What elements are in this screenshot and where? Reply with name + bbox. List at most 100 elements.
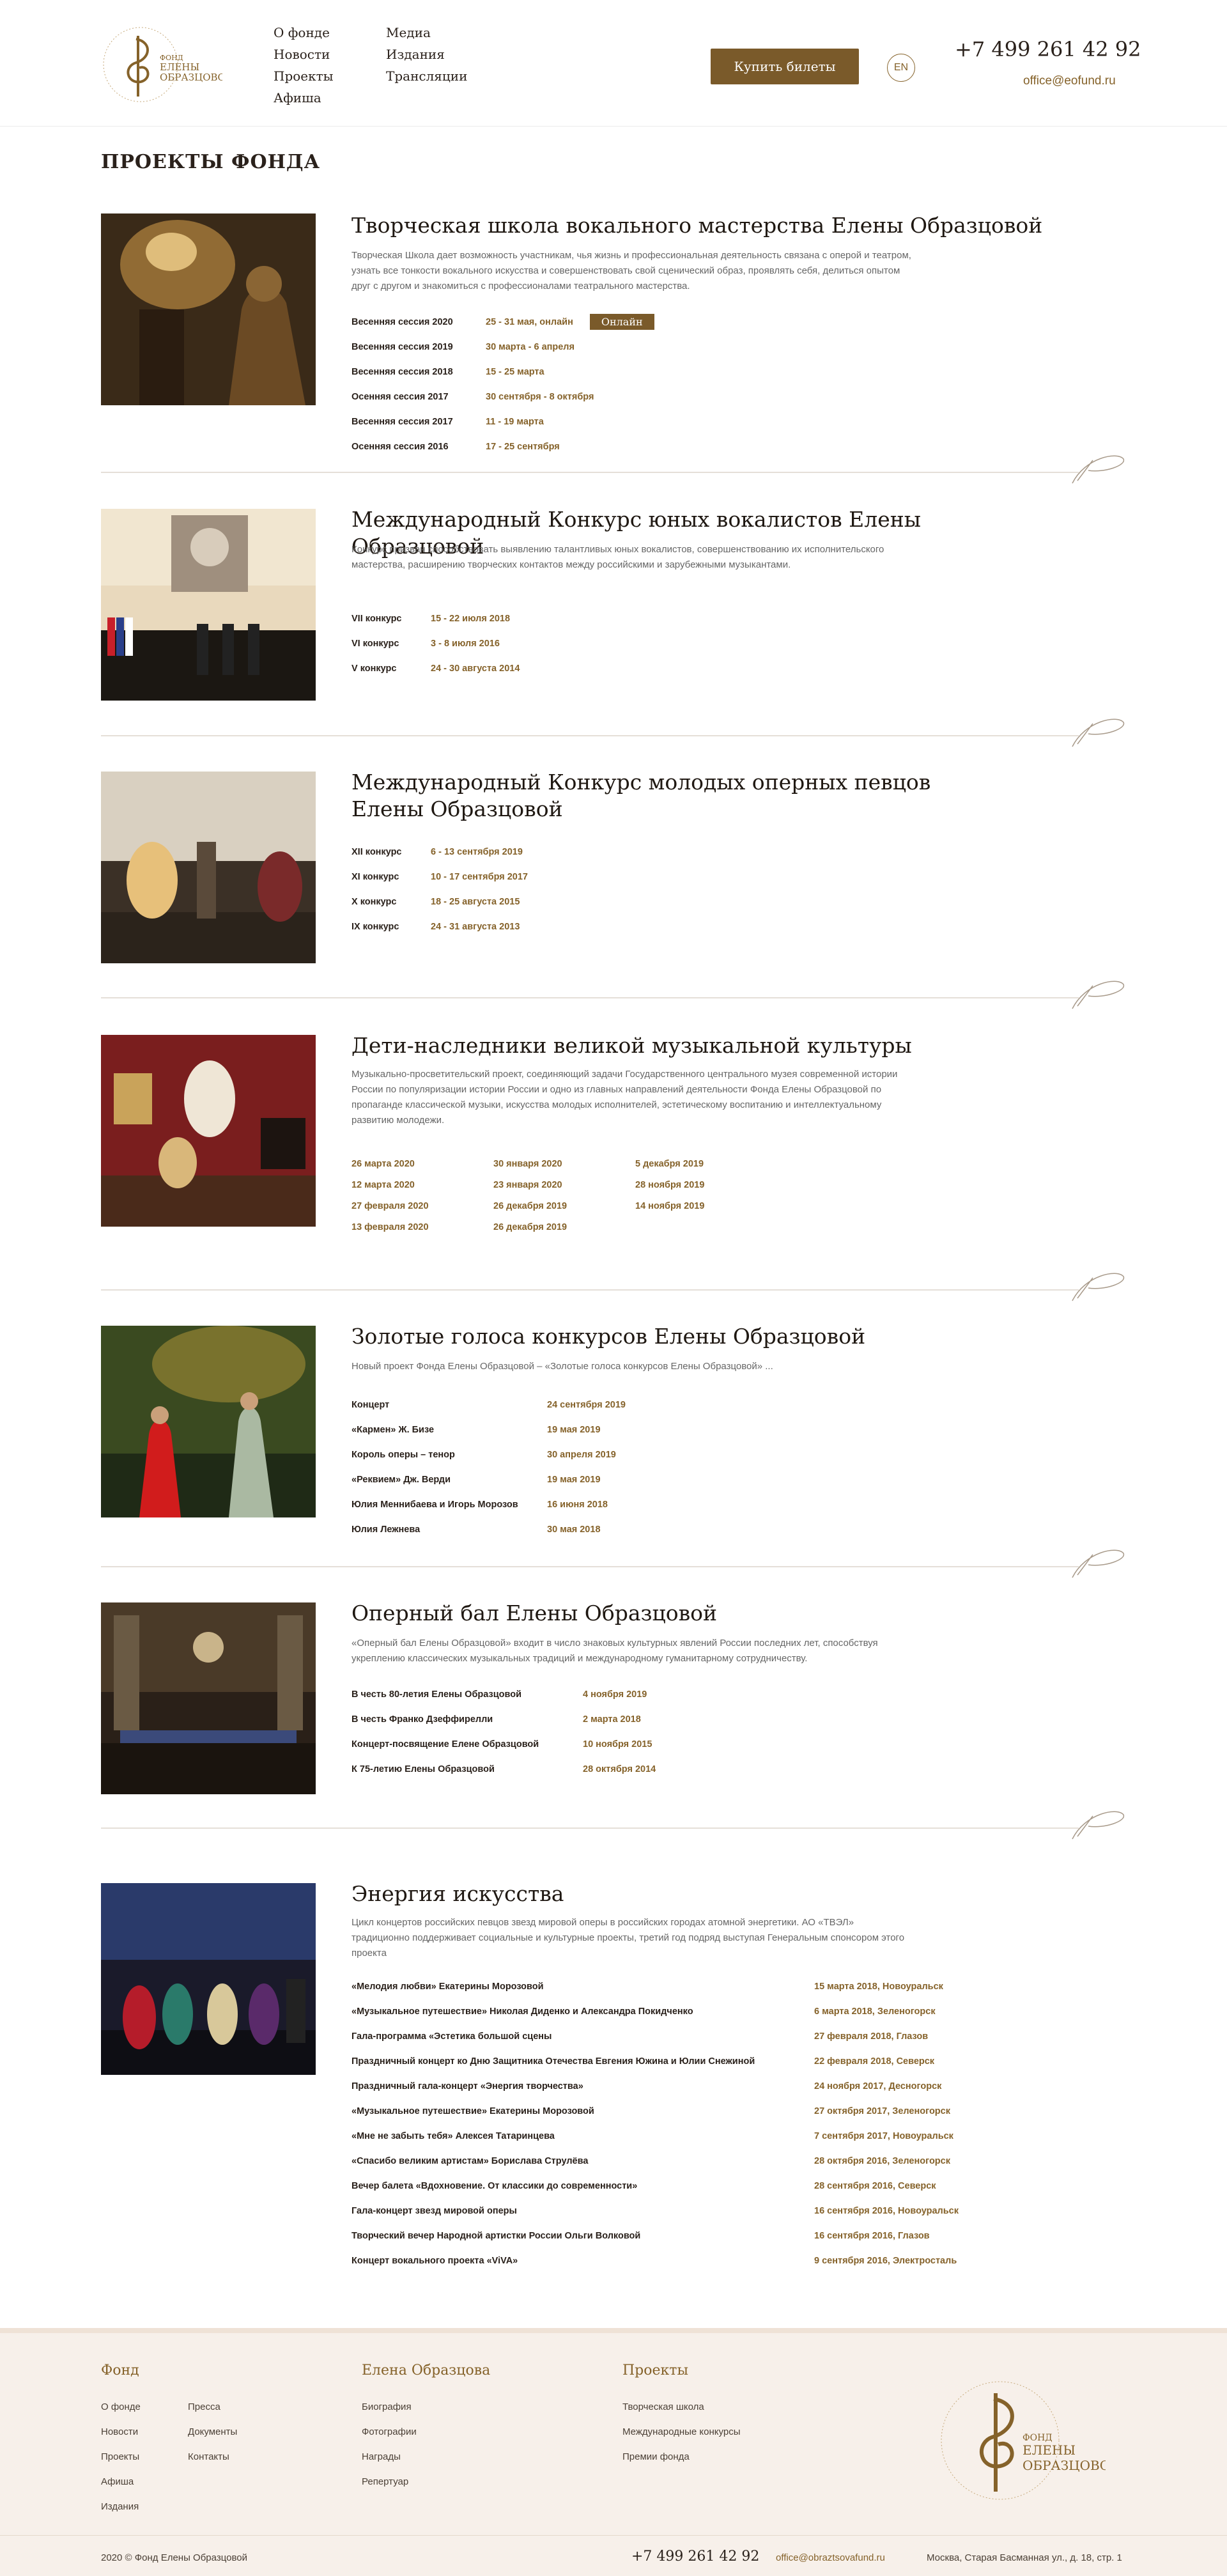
project-photo[interactable]: [101, 509, 316, 701]
footer-link[interactable]: Фотографии: [362, 2419, 417, 2444]
date-item[interactable]: 14 ноября 2019: [635, 1201, 777, 1211]
logo-line-3: ОБРАЗЦОВОЙ: [160, 71, 222, 83]
project-title[interactable]: Творческая школа вокального мастерства Е…: [351, 212, 1054, 239]
language-switch[interactable]: EN: [887, 54, 915, 82]
project-description: Музыкально-просветительский проект, соед…: [351, 1069, 898, 1126]
section-divider: [101, 1811, 1125, 1840]
project-description: «Оперный бал Елены Образцовой» входит в …: [351, 1638, 878, 1664]
footer-link[interactable]: Международные конкурсы: [622, 2419, 740, 2444]
list-item: IX конкурс 24 - 31 августа 2013: [351, 921, 520, 932]
footer-email[interactable]: office@obraztsovafund.ru: [776, 2552, 885, 2563]
main-nav-col1: О фонде Новости Проекты Афиша: [274, 22, 334, 109]
footer-link[interactable]: Издания: [101, 2494, 141, 2519]
list-item: XI конкурс 10 - 17 сентября 2017: [351, 871, 528, 882]
footer-link[interactable]: Репертуар: [362, 2469, 417, 2494]
project-photo[interactable]: [101, 1883, 316, 2075]
date-item[interactable]: 26 декабря 2019: [493, 1201, 635, 1211]
nav-about[interactable]: О фонде: [274, 22, 334, 43]
list-item: Праздничный гала-концерт «Энергия творче…: [351, 2081, 942, 2091]
list-item: Вечер балета «Вдохновение. От классики д…: [351, 2180, 936, 2191]
footer-phone[interactable]: +7 499 261 42 92: [631, 2549, 759, 2564]
project-title[interactable]: Энергия искусства: [351, 1881, 1054, 1907]
copyright: 2020 © Фонд Елены Образцовой: [101, 2552, 247, 2563]
section-divider: [101, 981, 1125, 1009]
project-title[interactable]: Дети-наследники великой музыкальной куль…: [351, 1032, 1054, 1059]
project-description: Цикл концертов российских певцов звезд м…: [351, 1917, 905, 1959]
list-item: «Реквием» Дж. Верди 19 мая 2019: [351, 1474, 601, 1485]
project-photo[interactable]: [101, 1602, 316, 1794]
footer-address: Москва, Старая Басманная ул., д. 18, стр…: [927, 2552, 1122, 2563]
footer-link[interactable]: Премии фонда: [622, 2444, 740, 2469]
footer-logo[interactable]: ФОНД ЕЛЕНЫ ОБРАЗЦОВОЙ: [939, 2370, 1106, 2511]
footer-title-fund: Фонд: [101, 2363, 139, 2378]
date-item[interactable]: 26 марта 2020: [351, 1159, 493, 1169]
section-divider: [101, 455, 1125, 484]
page-title: ПРОЕКТЫ ФОНДА: [101, 151, 321, 173]
project-photo[interactable]: [101, 1035, 316, 1227]
list-item: Весенняя сессия 2017 11 - 19 марта: [351, 416, 544, 427]
project-title[interactable]: Международный Конкурс молодых оперных пе…: [351, 769, 1054, 823]
list-item: Концерт вокального проекта «ViVA» 9 сентя…: [351, 2255, 957, 2266]
footer-link[interactable]: Награды: [362, 2444, 417, 2469]
date-item[interactable]: 26 декабря 2019: [493, 1222, 635, 1232]
buy-tickets-button[interactable]: Купить билеты: [711, 49, 859, 84]
footer-title-obraztsova: Елена Образцова: [362, 2363, 491, 2378]
footer-links-fund-2: Пресса Документы Контакты: [188, 2394, 237, 2469]
footer-logo-line-3: ОБРАЗЦОВОЙ: [1022, 2457, 1106, 2473]
footer-link[interactable]: Контакты: [188, 2444, 237, 2469]
section-divider: [101, 718, 1125, 747]
date-item[interactable]: 28 ноября 2019: [635, 1180, 777, 1190]
date-item[interactable]: 12 марта 2020: [351, 1180, 493, 1190]
date-item[interactable]: 30 января 2020: [493, 1159, 635, 1169]
date-item[interactable]: 13 февраля 2020: [351, 1222, 493, 1232]
footer-title-projects: Проекты: [622, 2363, 688, 2378]
site-header: ФОНД ЕЛЕНЫ ОБРАЗЦОВОЙ О фонде Новости Пр…: [0, 0, 1227, 127]
date-item[interactable]: 5 декабря 2019: [635, 1159, 777, 1169]
date-item[interactable]: 27 февраля 2020: [351, 1201, 493, 1211]
balls-list: В честь 80-летия Елены Образцовой 4 ноябр…: [351, 1682, 656, 1781]
project-photo[interactable]: [101, 1326, 316, 1517]
footer-link[interactable]: Документы: [188, 2419, 237, 2444]
footer-link[interactable]: Проекты: [101, 2444, 141, 2469]
footer-logo-line-1: ФОНД: [1022, 2433, 1053, 2443]
project-title[interactable]: Золотые голоса конкурсов Елены Образцово…: [351, 1323, 1054, 1350]
list-item: Весенняя сессия 2020 25 - 31 мая, онлайн…: [351, 309, 654, 334]
footer-link[interactable]: Творческая школа: [622, 2394, 740, 2419]
project-photo[interactable]: [101, 213, 316, 405]
project-title[interactable]: Оперный бал Елены Образцовой: [351, 1600, 1054, 1627]
footer-links-fund: О фонде Новости Проекты Афиша Издания: [101, 2394, 141, 2519]
list-item: «Кармен» Ж. Бизе 19 мая 2019: [351, 1424, 601, 1435]
nav-projects[interactable]: Проекты: [274, 65, 334, 87]
nav-media[interactable]: Медиа: [386, 22, 467, 43]
header-phone[interactable]: +7 499 261 42 92: [955, 37, 1141, 61]
footer-link[interactable]: О фонде: [101, 2394, 141, 2419]
list-item: В честь Франко Дзеффирелли 2 марта 2018: [351, 1714, 641, 1725]
footer-link[interactable]: Афиша: [101, 2469, 141, 2494]
nav-broadcasts[interactable]: Трансляции: [386, 65, 467, 87]
footer-bottom-bar: 2020 © Фонд Елены Образцовой +7 499 261 …: [0, 2535, 1227, 2576]
nav-publications[interactable]: Издания: [386, 43, 467, 65]
list-item: X конкурс 18 - 25 августа 2015: [351, 896, 520, 907]
list-item: Юлия Меннибаева и Игорь Морозов 16 июня 2…: [351, 1499, 608, 1510]
sessions-list: Весенняя сессия 2020 25 - 31 мая, онлайн…: [351, 309, 654, 459]
list-item: Творческий вечер Народной артистки Росси…: [351, 2230, 930, 2241]
list-item: Король оперы – тенор 30 апреля 2019: [351, 1449, 616, 1460]
footer-link[interactable]: Биография: [362, 2394, 417, 2419]
header-email[interactable]: office@eofund.ru: [1023, 74, 1116, 88]
list-item: Весенняя сессия 2019 30 марта - 6 апреля: [351, 341, 575, 352]
concerts-list: Концерт 24 сентября 2019 «Кармен» Ж. Бизе…: [351, 1392, 626, 1542]
nav-news[interactable]: Новости: [274, 43, 334, 65]
project-description: Творческая Школа дает возможность участн…: [351, 250, 911, 291]
footer-link[interactable]: Пресса: [188, 2394, 237, 2419]
foundation-logo[interactable]: ФОНД ЕЛЕНЫ ОБРАЗЦОВОЙ: [101, 23, 222, 106]
dates-grid: 26 марта 2020 30 января 2020 5 декабря 2…: [351, 1159, 777, 1232]
list-item: Гала-программа «Эстетика большой сцены 27…: [351, 2031, 929, 2042]
list-item: VII конкурс 15 - 22 июля 2018: [351, 613, 511, 624]
project-photo[interactable]: [101, 772, 316, 963]
footer-link[interactable]: Новости: [101, 2419, 141, 2444]
online-badge[interactable]: Онлайн: [589, 314, 654, 330]
date-item[interactable]: 23 января 2020: [493, 1180, 635, 1190]
list-item: «Музыкальное путешествие» Николая Диденк…: [351, 2006, 936, 2017]
footer-links-projects: Творческая школа Международные конкурсы …: [622, 2394, 740, 2469]
nav-afisha[interactable]: Афиша: [274, 87, 334, 109]
